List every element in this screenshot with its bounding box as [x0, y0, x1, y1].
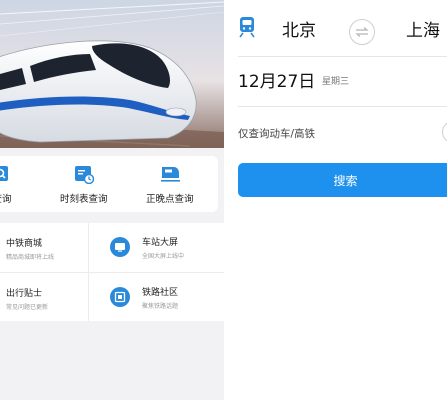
- weekday-label: 星期三: [322, 77, 350, 87]
- community-icon: [110, 287, 130, 307]
- high-speed-only-label: 仅查询动车/高铁: [238, 128, 316, 140]
- service-title: 车站大屏: [142, 238, 179, 248]
- arrival-city[interactable]: 上海: [406, 16, 440, 41]
- service-title: 铁路社区: [142, 288, 179, 298]
- service-title: 出行贴士: [6, 289, 43, 299]
- high-speed-only-toggle[interactable]: [442, 121, 447, 143]
- quick-actions-card: 查询 时刻表查询 正晚点查询: [0, 156, 218, 212]
- quick-label: 查询: [0, 194, 12, 205]
- swap-cities-button[interactable]: [349, 19, 375, 45]
- station-screen-icon: [110, 237, 130, 257]
- service-subtitle: 全国大屏上线中: [142, 253, 185, 260]
- service-community[interactable]: 铁路社区 聚焦铁路话题: [88, 272, 200, 321]
- service-title: 中铁商城: [6, 239, 43, 249]
- search-button[interactable]: 搜索: [238, 163, 447, 197]
- service-station-screen[interactable]: 车站大屏 全国大屏上线中: [88, 223, 200, 272]
- home-panel: 查询 时刻表查询 正晚点查询: [0, 0, 224, 400]
- service-subtitle: 聚焦铁路话题: [142, 303, 179, 310]
- divider: [238, 106, 447, 107]
- quick-label: 正晚点查询: [146, 194, 194, 205]
- service-grid: 中铁商城 精品商城即将上线 车站大屏 全国大屏上线中 出行贴士 常见问题已更新 …: [0, 223, 224, 321]
- app-screen: 查询 时刻表查询 正晚点查询: [0, 0, 447, 400]
- timetable-shortcut[interactable]: 时刻表查询: [60, 164, 108, 205]
- calendar-clock-icon: [74, 166, 94, 184]
- ticket-search-panel: 北京 上海 12月27日 星期三 仅查询动车/高铁 搜索: [224, 0, 447, 400]
- train-banner-image[interactable]: [0, 0, 224, 148]
- swap-icon: [355, 27, 369, 37]
- service-subtitle: 精品商城即将上线: [6, 254, 55, 261]
- empty-area: [224, 212, 447, 400]
- divider: [238, 56, 447, 57]
- query-shortcut[interactable]: 查询: [0, 164, 12, 205]
- train-icon: [239, 17, 255, 38]
- quick-label: 时刻表查询: [60, 194, 108, 205]
- departure-date[interactable]: 12月27日: [238, 67, 315, 92]
- departure-city[interactable]: 北京: [282, 16, 316, 41]
- service-subtitle: 常见问题已更新: [6, 304, 49, 311]
- search-icon: [0, 166, 8, 181]
- delay-shortcut[interactable]: 正晚点查询: [146, 164, 194, 205]
- train-front-icon: [160, 167, 180, 182]
